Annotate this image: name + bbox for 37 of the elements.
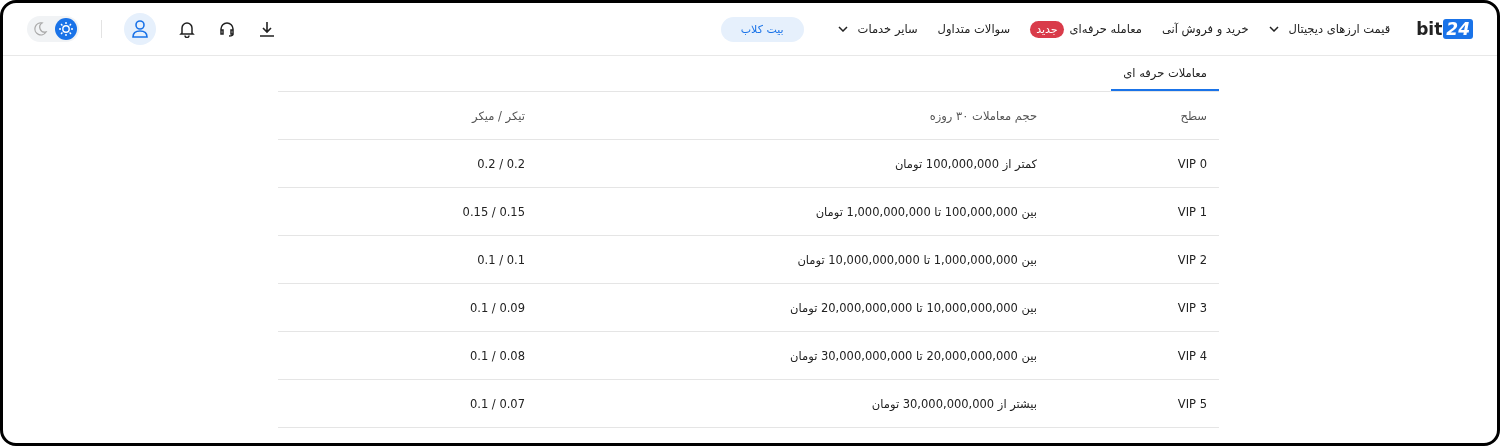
column-header: حجم معاملات ۳۰ روزه [928,108,1038,123]
user-icon [130,19,150,39]
user-button[interactable] [124,13,156,45]
table-cell-text: VIP 5 [1176,396,1208,411]
table-cell-text: بین 20,000,000,000 تا 30,000,000,000 تومان [789,348,1038,363]
table-cell-text: بین 10,000,000,000 تا 20,000,000,000 تومان [789,300,1038,315]
nav-link[interactable]: خرید و فروش آنی [1161,22,1249,36]
theme-toggle[interactable] [27,16,79,42]
table-cell-text: VIP 4 [1176,348,1208,363]
nav-link[interactable]: سوالات متداول [937,22,1011,36]
table-cell-text: بین 100,000,000 تا 1,000,000,000 تومان [814,204,1038,219]
table-cell-text: VIP 3 [1176,300,1208,315]
headset-icon[interactable] [218,20,236,38]
sun-icon[interactable] [55,18,77,40]
table-cell-text: بین 1,000,000,000 تا 10,000,000,000 تومان [796,252,1038,267]
nav-link[interactable]: معامله حرفه‌ای جدید [1030,20,1142,38]
table-cell-text: کمتر از 100,000,000 تومان [893,156,1038,171]
club-button[interactable]: بیت کلاب [720,16,804,42]
table-cell-text: 0.09 / 0.1 [468,300,526,315]
table-cell-text: VIP 2 [1176,252,1208,267]
table-cell-text: VIP 1 [1176,204,1208,219]
download-icon[interactable] [258,20,276,38]
table-cell-text: 0.1 / 0.1 [476,252,526,267]
bell-icon[interactable] [178,20,196,38]
chevron-down-icon [1268,26,1279,32]
column-header: تیکر / میکر [470,108,526,123]
table-cell-text: 0.07 / 0.1 [468,396,526,411]
tab[interactable]: معاملات حرفه ای [1111,58,1219,91]
nav-link[interactable]: سایر خدمات [837,22,918,36]
table-cell-text: 0.15 / 0.15 [461,204,526,219]
table-cell-text: 0.08 / 0.1 [468,348,526,363]
column-header: سطح [1179,108,1208,123]
chevron-down-icon [837,26,848,32]
table-cell-text: بیشتر از 30,000,000,000 تومان [870,396,1038,411]
table-cell-text: VIP 0 [1176,156,1208,171]
table-cell-text: 0.2 / 0.2 [476,156,526,171]
nav-link[interactable]: قیمت ارزهای دیجیتال [1268,22,1391,36]
